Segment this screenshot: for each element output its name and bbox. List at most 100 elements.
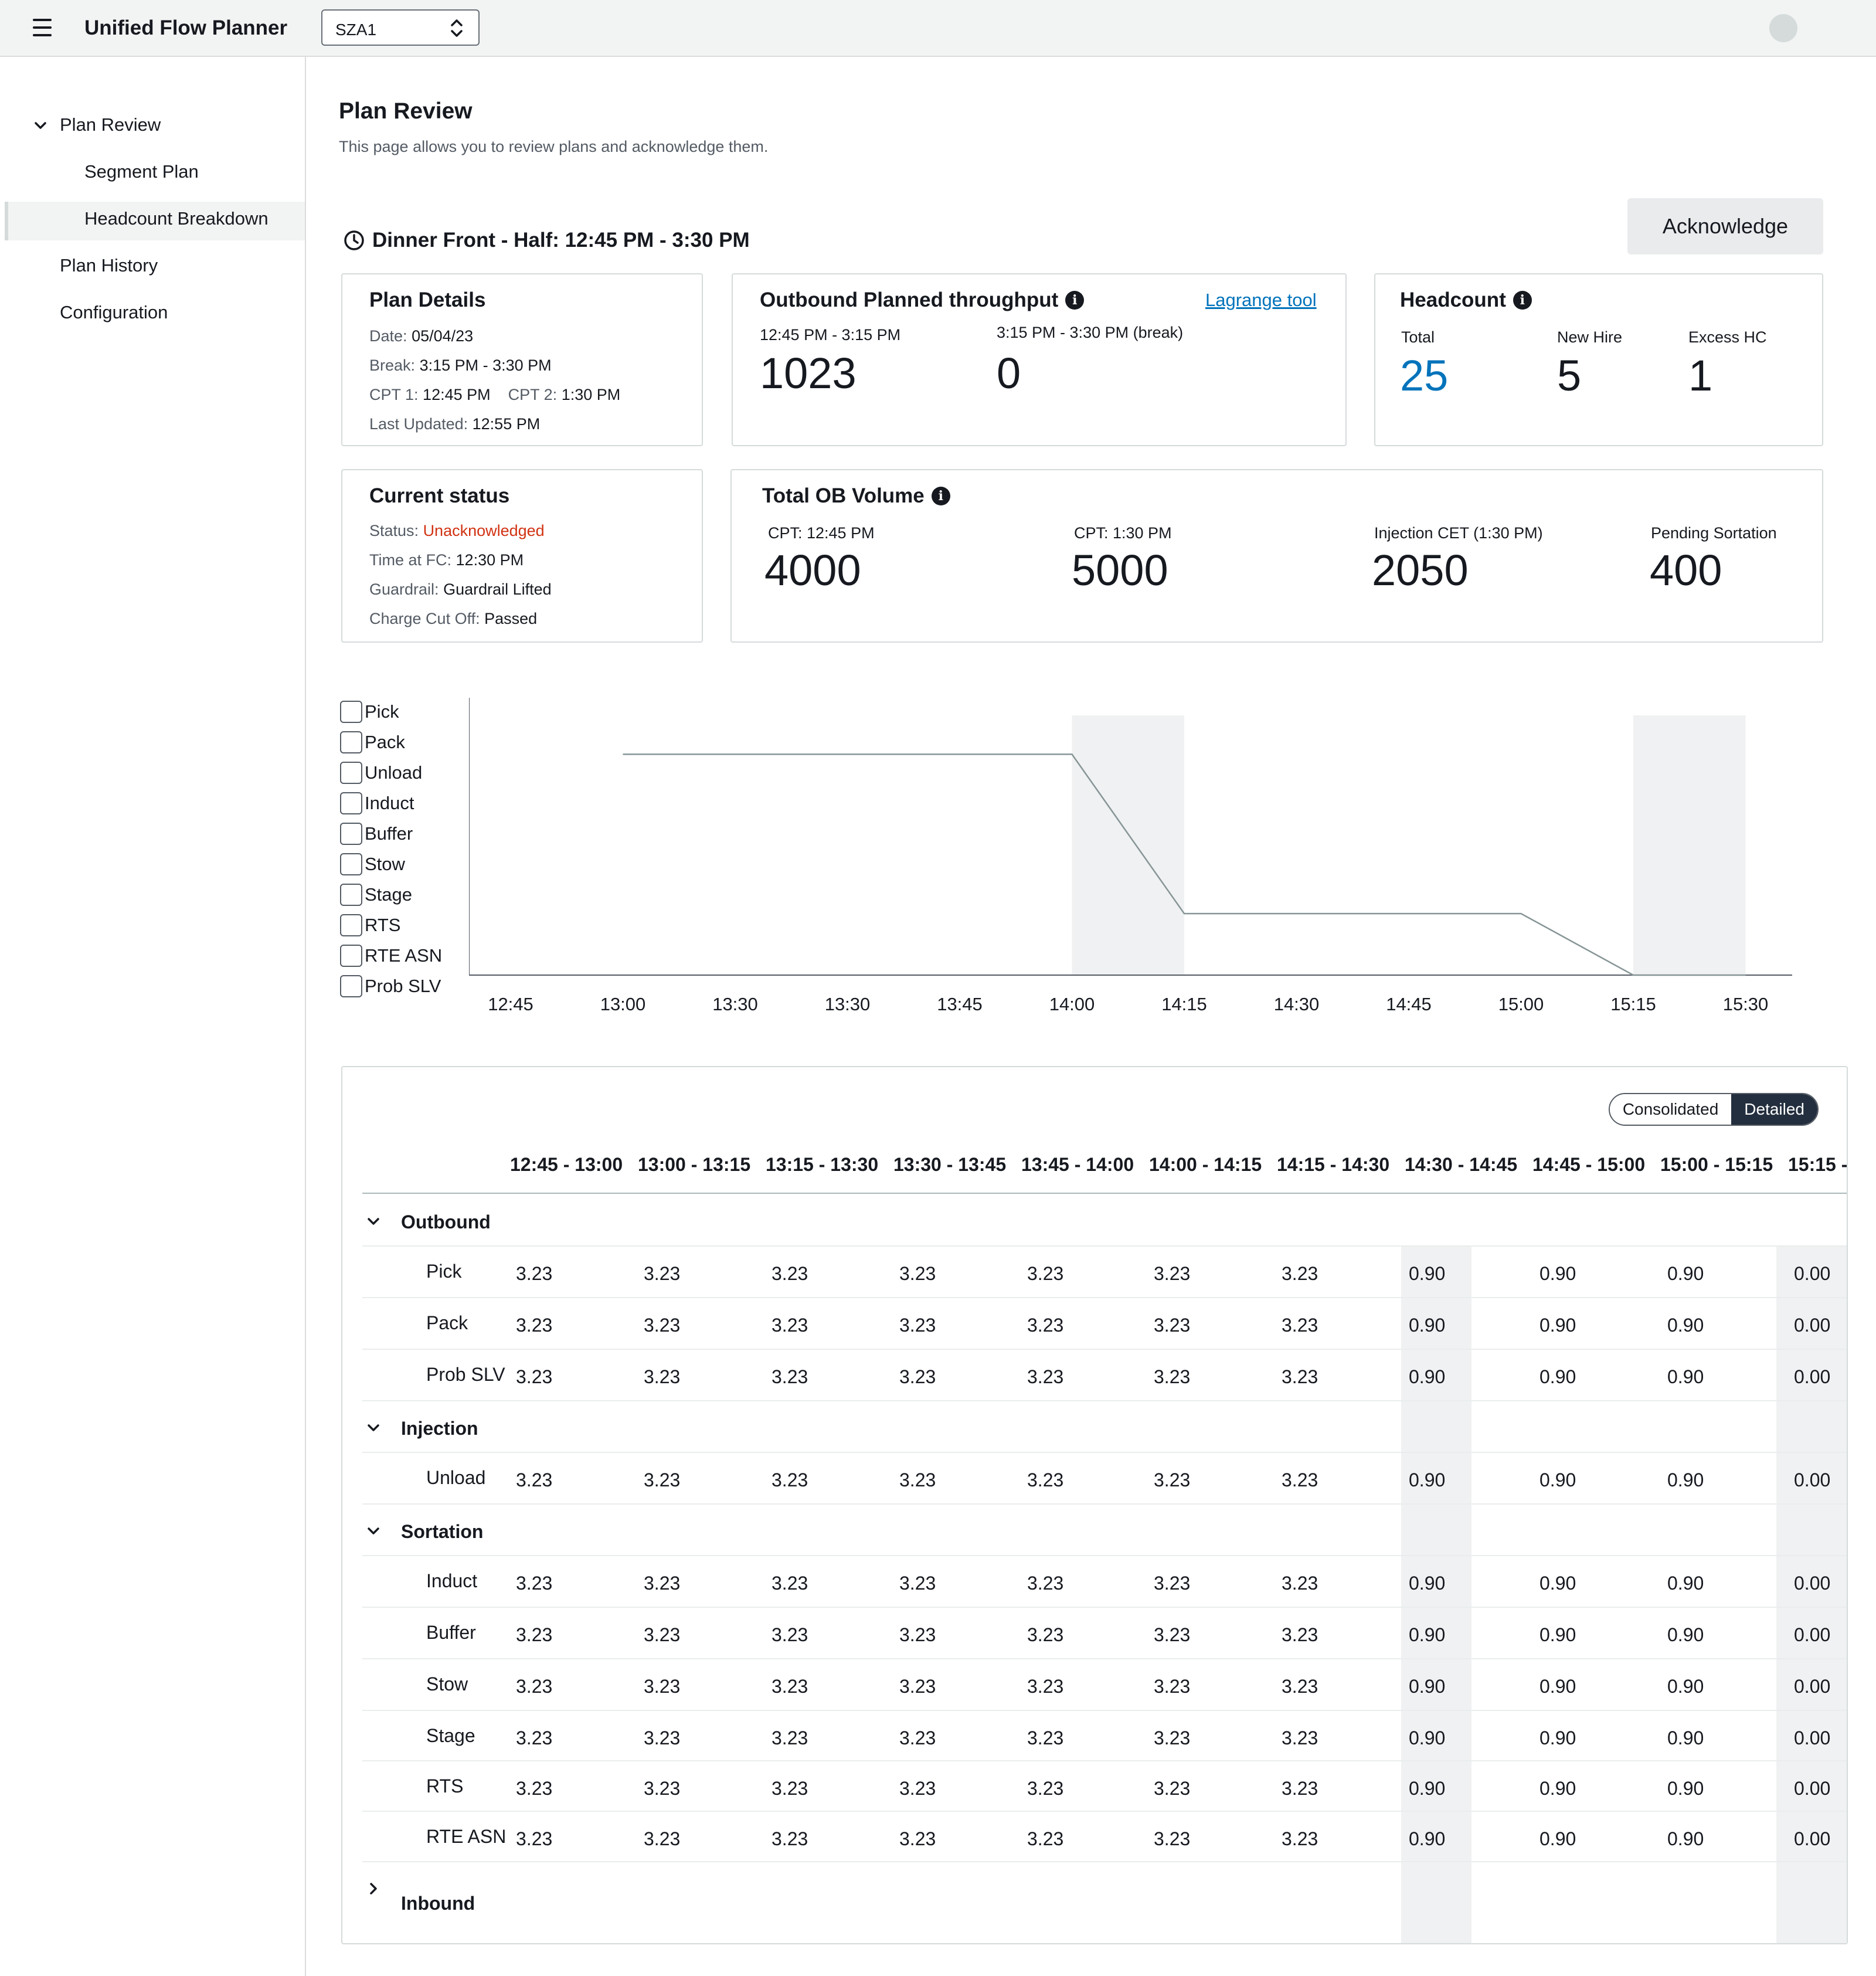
sidebar-item-segment-plan[interactable]: Segment Plan — [84, 161, 199, 182]
info-icon[interactable]: i — [1065, 291, 1085, 310]
row-divider — [362, 1760, 1847, 1761]
legend-item-pack[interactable]: Pack — [340, 731, 405, 754]
column-header: 14:45 - 15:00 — [1532, 1154, 1646, 1175]
table-cell: 0.90 — [1539, 1469, 1576, 1491]
legend-checkbox[interactable] — [340, 701, 362, 723]
table-cell: 0.90 — [1667, 1263, 1704, 1284]
lagrange-tool-link[interactable]: Lagrange tool — [1205, 290, 1317, 311]
chevron-right-icon[interactable] — [366, 1881, 381, 1896]
legend-checkbox[interactable] — [340, 914, 362, 936]
legend-checkbox[interactable] — [340, 975, 362, 997]
legend-item-buffer[interactable]: Buffer — [340, 822, 413, 846]
clock-icon — [344, 230, 364, 250]
detailed-toggle[interactable]: Detailed — [1731, 1094, 1817, 1125]
row-divider — [362, 1710, 1847, 1711]
table-cell: 0.90 — [1539, 1366, 1576, 1387]
table-cell: 0.90 — [1667, 1676, 1704, 1697]
table-cell: 3.23 — [1154, 1263, 1191, 1284]
header-divider — [362, 1193, 1847, 1194]
table-cell: 3.23 — [1027, 1676, 1064, 1697]
headcount-card: Headcount i Total 25 New Hire 5 Excess HC… — [1374, 273, 1823, 446]
legend-checkbox[interactable] — [340, 945, 362, 967]
sidebar-item-plan-history[interactable]: Plan History — [60, 255, 158, 276]
headcount-table: Consolidated Detailed 12:45 - 13:00 13:00… — [341, 1066, 1848, 1944]
row-label: Pack — [426, 1312, 468, 1333]
ob-volume-label: Injection CET (1:30 PM) — [1374, 524, 1543, 542]
legend-item-unload[interactable]: Unload — [340, 761, 422, 785]
x-tick-label: 13:30 — [825, 994, 871, 1014]
legend-checkbox[interactable] — [340, 884, 362, 906]
legend-item-rte-asn[interactable]: RTE ASN — [340, 944, 442, 967]
row-label: Pick — [426, 1261, 462, 1282]
legend-checkbox[interactable] — [340, 792, 362, 814]
consolidated-toggle[interactable]: Consolidated — [1609, 1094, 1732, 1125]
table-cell: 3.23 — [1154, 1366, 1191, 1387]
row-label: RTE ASN — [426, 1826, 507, 1847]
legend-item-induct[interactable]: Induct — [340, 792, 414, 815]
sidebar-item-configuration[interactable]: Configuration — [60, 302, 168, 323]
page-title: Plan Review — [339, 99, 473, 124]
table-cell: 0.90 — [1539, 1676, 1576, 1697]
legend-item-pick[interactable]: Pick — [340, 700, 399, 724]
table-cell: 3.23 — [772, 1469, 808, 1491]
legend-checkbox[interactable] — [340, 823, 362, 845]
time-at-fc: Time at FC: 12:30 PM — [369, 551, 524, 569]
table-cell: 0.90 — [1539, 1624, 1576, 1645]
column-header: 13:45 - 14:00 — [1021, 1154, 1134, 1175]
table-cell: 0.90 — [1667, 1366, 1704, 1387]
row-label: Stage — [426, 1725, 475, 1746]
table-cell: 0.90 — [1667, 1624, 1704, 1645]
table-cell: 0.00 — [1794, 1676, 1831, 1697]
chevron-down-icon[interactable] — [366, 1523, 381, 1539]
legend-item-prob-slv[interactable]: Prob SLV — [340, 975, 441, 998]
plan-last-updated: Last Updated: 12:55 PM — [369, 415, 541, 433]
table-cell: 3.23 — [516, 1263, 553, 1284]
legend-item-rts[interactable]: RTS — [340, 914, 400, 937]
table-cell: 0.90 — [1539, 1573, 1576, 1594]
legend-checkbox[interactable] — [340, 731, 362, 753]
status-value: Status: Unacknowledged — [369, 522, 545, 539]
chevron-down-icon[interactable] — [33, 118, 48, 133]
legend-checkbox[interactable] — [340, 853, 362, 875]
table-cell: 0.90 — [1409, 1573, 1446, 1594]
table-cell: 3.23 — [1027, 1366, 1064, 1387]
column-header: 15:00 - 15:15 — [1660, 1154, 1773, 1175]
column-header: 13:00 - 13:15 — [638, 1154, 751, 1175]
site-select[interactable]: SZA1 — [321, 9, 480, 46]
table-cell: 3.23 — [1027, 1573, 1064, 1594]
legend-label: Induct — [365, 793, 414, 813]
table-cell: 3.23 — [644, 1263, 681, 1284]
group-injection[interactable]: Injection — [401, 1418, 478, 1439]
table-cell: 3.23 — [1027, 1315, 1064, 1336]
row-divider — [362, 1861, 1847, 1862]
column-header: 15:15 - — [1788, 1154, 1848, 1175]
group-inbound[interactable]: Inbound — [401, 1893, 475, 1914]
acknowledge-button[interactable]: Acknowledge — [1627, 198, 1823, 254]
info-icon[interactable]: i — [931, 487, 950, 505]
chevron-down-icon[interactable] — [366, 1214, 381, 1229]
table-cell: 0.90 — [1409, 1676, 1446, 1697]
column-header: 14:15 - 14:30 — [1277, 1154, 1390, 1175]
row-label: Induct — [426, 1570, 478, 1591]
sidebar-item-headcount-breakdown[interactable]: Headcount Breakdown — [84, 208, 269, 229]
menu-icon[interactable] — [33, 19, 52, 36]
status-badge: Unacknowledged — [423, 522, 545, 539]
group-sortation[interactable]: Sortation — [401, 1521, 483, 1543]
avatar[interactable] — [1769, 14, 1797, 42]
sidebar-item-plan-review[interactable]: Plan Review — [60, 114, 161, 135]
legend-label: Buffer — [365, 823, 413, 844]
legend-label: Stage — [365, 884, 413, 905]
info-icon[interactable]: i — [1513, 291, 1532, 310]
legend-checkbox[interactable] — [340, 762, 362, 784]
group-outbound[interactable]: Outbound — [401, 1211, 491, 1233]
throughput-period-1-label: 12:45 PM - 3:15 PM — [760, 326, 901, 344]
legend-item-stage[interactable]: Stage — [340, 883, 412, 906]
app-title: Unified Flow Planner — [84, 16, 288, 39]
table-cell: 3.23 — [1027, 1469, 1064, 1491]
table-cell: 3.23 — [516, 1828, 553, 1849]
throughput-title: Outbound Planned throughput i — [760, 288, 1085, 312]
shift-title: Dinner Front - Half: 12:45 PM - 3:30 PM — [343, 229, 750, 252]
legend-item-stow[interactable]: Stow — [340, 853, 405, 876]
chevron-down-icon[interactable] — [366, 1420, 381, 1435]
table-cell: 3.23 — [516, 1469, 553, 1491]
